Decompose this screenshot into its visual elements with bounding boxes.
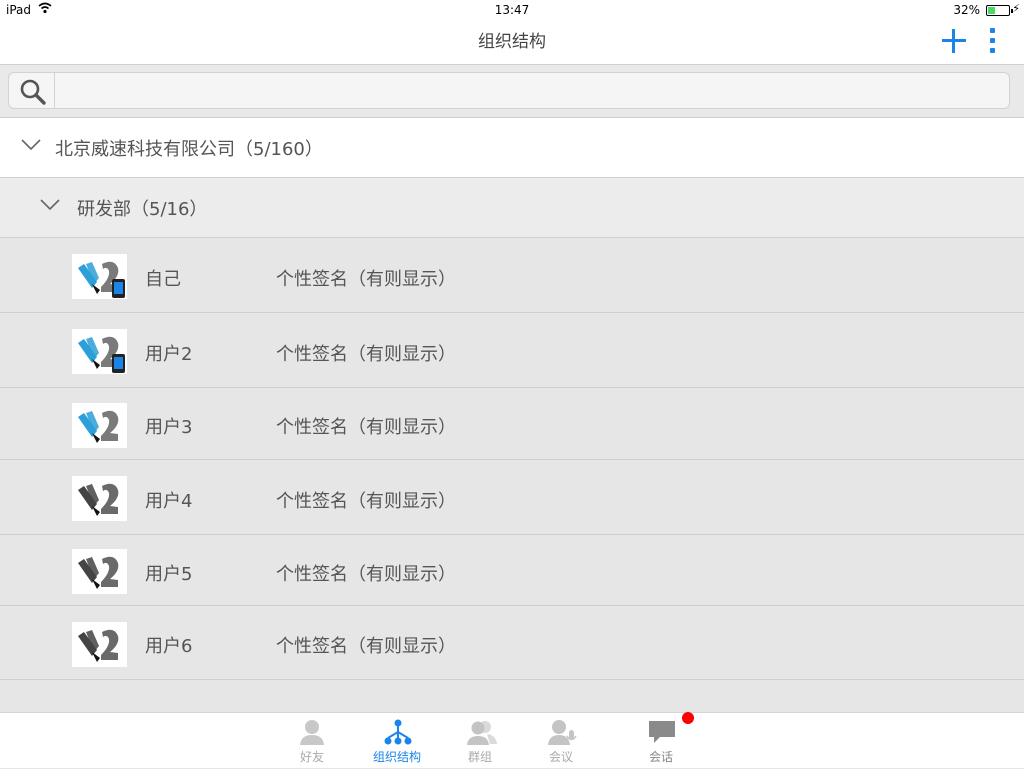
search-box — [8, 72, 1010, 109]
user-name: 用户6 — [145, 636, 193, 657]
tab-groups[interactable]: 群组 — [445, 713, 515, 769]
chevron-down-icon — [40, 199, 60, 211]
user-name: 用户2 — [145, 344, 193, 365]
meeting-icon — [548, 720, 577, 745]
tab-bar: 好友 组织结构 群组 会议 会话 — [0, 712, 1024, 768]
avatar — [72, 254, 127, 299]
search-bar — [0, 65, 1024, 118]
user-name: 用户3 — [145, 417, 193, 438]
user-row[interactable]: 自己 个性签名（有则显示） — [0, 238, 1024, 313]
avatar — [72, 403, 127, 448]
user-row[interactable]: 用户4 个性签名（有则显示） — [0, 460, 1024, 535]
user-signature: 个性签名（有则显示） — [276, 636, 456, 657]
tab-label: 群组 — [467, 750, 492, 764]
user-name: 用户4 — [145, 491, 193, 512]
tab-meetings[interactable]: 会议 — [526, 713, 596, 769]
avatar — [72, 549, 127, 594]
plus-icon[interactable] — [938, 24, 970, 56]
org-structure-icon — [384, 719, 412, 745]
clock: 13:47 — [494, 3, 530, 17]
friend-icon — [300, 720, 324, 745]
user-name: 用户5 — [145, 564, 193, 585]
tab-label: 会议 — [548, 750, 573, 764]
user-row[interactable]: 用户3 个性签名（有则显示） — [0, 388, 1024, 460]
user-signature: 个性签名（有则显示） — [276, 564, 456, 585]
department-group-row[interactable]: 研发部（5/16） — [0, 178, 1024, 238]
user-signature: 个性签名（有则显示） — [276, 417, 456, 438]
tab-friends[interactable]: 好友 — [277, 713, 347, 769]
notification-badge — [682, 712, 694, 724]
battery-icon — [986, 5, 1013, 16]
status-bar: iPad 13:47 32% ⚡ — [0, 0, 1024, 22]
avatar — [72, 476, 127, 521]
department-name: 研发部（5/16） — [77, 199, 208, 220]
user-row[interactable]: 用户2 个性签名（有则显示） — [0, 313, 1024, 388]
avatar — [72, 329, 127, 374]
user-name: 自己 — [145, 269, 181, 290]
tab-label: 会话 — [648, 750, 673, 764]
tab-org-structure[interactable]: 组织结构 — [362, 713, 432, 769]
search-input[interactable] — [56, 73, 1008, 108]
navigation-bar: 组织结构 — [0, 22, 1024, 65]
user-signature: 个性签名（有则显示） — [276, 344, 456, 365]
chevron-down-icon — [21, 139, 41, 151]
search-icon[interactable] — [9, 73, 55, 108]
user-row[interactable]: 用户5 个性签名（有则显示） — [0, 535, 1024, 606]
user-signature: 个性签名（有则显示） — [276, 269, 456, 290]
charging-icon: ⚡ — [1012, 2, 1020, 15]
tab-label: 组织结构 — [372, 750, 421, 764]
company-group-row[interactable]: 北京威速科技有限公司（5/160） — [0, 118, 1024, 178]
avatar — [72, 622, 127, 667]
battery-percentage: 32% — [953, 3, 980, 17]
company-name: 北京威速科技有限公司（5/160） — [55, 139, 323, 160]
user-row[interactable]: 用户6 个性签名（有则显示） — [0, 606, 1024, 680]
page-title: 组织结构 — [478, 32, 546, 52]
user-signature: 个性签名（有则显示） — [276, 491, 456, 512]
more-vertical-icon[interactable] — [984, 26, 1002, 56]
chat-icon — [649, 721, 675, 743]
group-icon — [467, 721, 497, 745]
tab-label: 好友 — [299, 750, 324, 764]
